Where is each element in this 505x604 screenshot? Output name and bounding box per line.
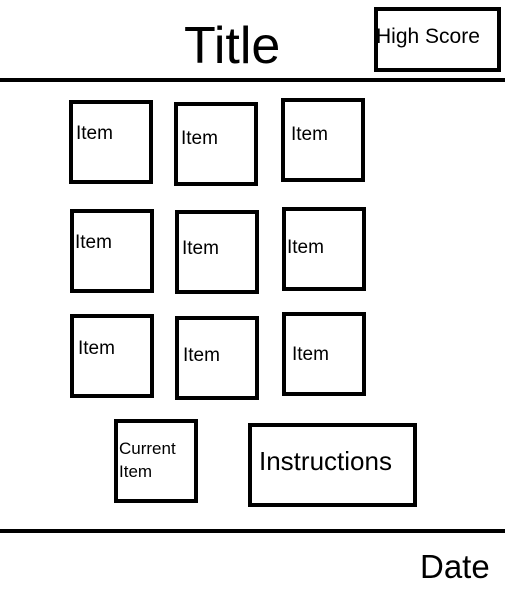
date-label: Date	[420, 548, 490, 585]
instructions-button[interactable]: Instructions	[248, 423, 417, 507]
instructions-label: Instructions	[259, 446, 392, 476]
grid-item[interactable]: Item	[175, 210, 259, 294]
current-item-box[interactable]: Current Item	[114, 419, 198, 503]
page-title: Title	[184, 17, 281, 75]
grid-item[interactable]: Item	[175, 316, 259, 400]
grid-item-label: Item	[183, 345, 220, 366]
grid-item-label: Item	[76, 123, 113, 144]
grid-item-label: Item	[75, 232, 112, 253]
high-score-label: High Score	[376, 25, 480, 48]
grid-item[interactable]: Item	[70, 314, 154, 398]
header-divider	[0, 78, 505, 82]
current-item-label: Current Item	[119, 439, 176, 481]
grid-item-label: Item	[182, 238, 219, 259]
high-score-button[interactable]: High Score	[374, 7, 501, 72]
footer-divider	[0, 529, 505, 533]
grid-item-label: Item	[287, 237, 324, 258]
grid-item-label: Item	[291, 124, 328, 145]
grid-item[interactable]: Item	[282, 312, 366, 396]
grid-item-label: Item	[292, 344, 329, 365]
grid-item[interactable]: Item	[70, 209, 154, 293]
grid-item-label: Item	[181, 128, 218, 149]
grid-item[interactable]: Item	[69, 100, 153, 184]
grid-item[interactable]: Item	[282, 207, 366, 291]
grid-item[interactable]: Item	[174, 102, 258, 186]
grid-item[interactable]: Item	[281, 98, 365, 182]
grid-item-label: Item	[78, 338, 115, 359]
